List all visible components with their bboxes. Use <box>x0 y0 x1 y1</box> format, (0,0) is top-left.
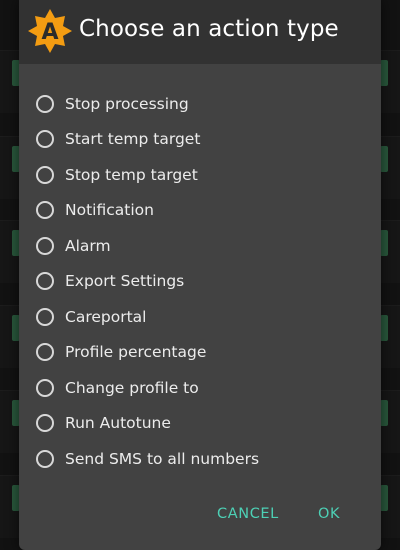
radio-button-icon[interactable] <box>36 449 54 468</box>
option-label: Run Autotune <box>65 414 171 433</box>
option-label: Send SMS to all numbers <box>65 449 260 468</box>
radio-button-icon[interactable] <box>36 201 54 220</box>
app-logo-icon: A <box>28 9 72 53</box>
dialog-actions: CANCEL OK <box>19 500 381 532</box>
option-profile-percentage[interactable]: Profile percentage <box>19 335 381 371</box>
dialog-header: A Choose an action type <box>19 0 381 64</box>
radio-button-icon[interactable] <box>36 165 54 184</box>
radio-button-icon[interactable] <box>36 272 54 291</box>
radio-button-icon[interactable] <box>36 94 54 113</box>
dialog-title: Choose an action type <box>79 16 339 42</box>
option-label: Careportal <box>65 307 147 326</box>
radio-button-icon[interactable] <box>36 378 54 397</box>
option-label: Change profile to <box>65 378 199 397</box>
background-accent <box>380 315 388 341</box>
option-start-temp-target[interactable]: Start temp target <box>19 122 381 158</box>
option-careportal[interactable]: Careportal <box>19 299 381 335</box>
radio-button-icon[interactable] <box>36 343 54 362</box>
option-label: Notification <box>65 201 154 220</box>
option-label: Export Settings <box>65 272 185 291</box>
option-label: Profile percentage <box>65 343 207 362</box>
option-alarm[interactable]: Alarm <box>19 228 381 264</box>
option-notification[interactable]: Notification <box>19 193 381 229</box>
ok-button[interactable]: OK <box>318 506 340 522</box>
option-label: Alarm <box>65 236 111 255</box>
radio-button-icon[interactable] <box>36 414 54 433</box>
radio-button-icon[interactable] <box>36 307 54 326</box>
option-label: Start temp target <box>65 130 201 149</box>
app-logo-letter: A <box>41 20 58 45</box>
radio-button-icon[interactable] <box>36 130 54 149</box>
option-stop-temp-target[interactable]: Stop temp target <box>19 157 381 193</box>
action-type-list: Stop processing Start temp target Stop t… <box>19 86 381 477</box>
option-send-sms-to-all-numbers[interactable]: Send SMS to all numbers <box>19 441 381 477</box>
radio-button-icon[interactable] <box>36 236 54 255</box>
background-accent <box>380 485 388 511</box>
background-accent <box>380 400 388 426</box>
background-accent <box>380 230 388 256</box>
action-type-dialog: A Choose an action type Stop processing … <box>19 0 381 550</box>
background-accent <box>380 60 388 86</box>
option-run-autotune[interactable]: Run Autotune <box>19 406 381 442</box>
cancel-button[interactable]: CANCEL <box>217 506 279 522</box>
option-stop-processing[interactable]: Stop processing <box>19 86 381 122</box>
option-label: Stop processing <box>65 94 189 113</box>
option-change-profile-to[interactable]: Change profile to <box>19 370 381 406</box>
option-label: Stop temp target <box>65 165 198 184</box>
background-accent <box>380 146 388 172</box>
option-export-settings[interactable]: Export Settings <box>19 264 381 300</box>
